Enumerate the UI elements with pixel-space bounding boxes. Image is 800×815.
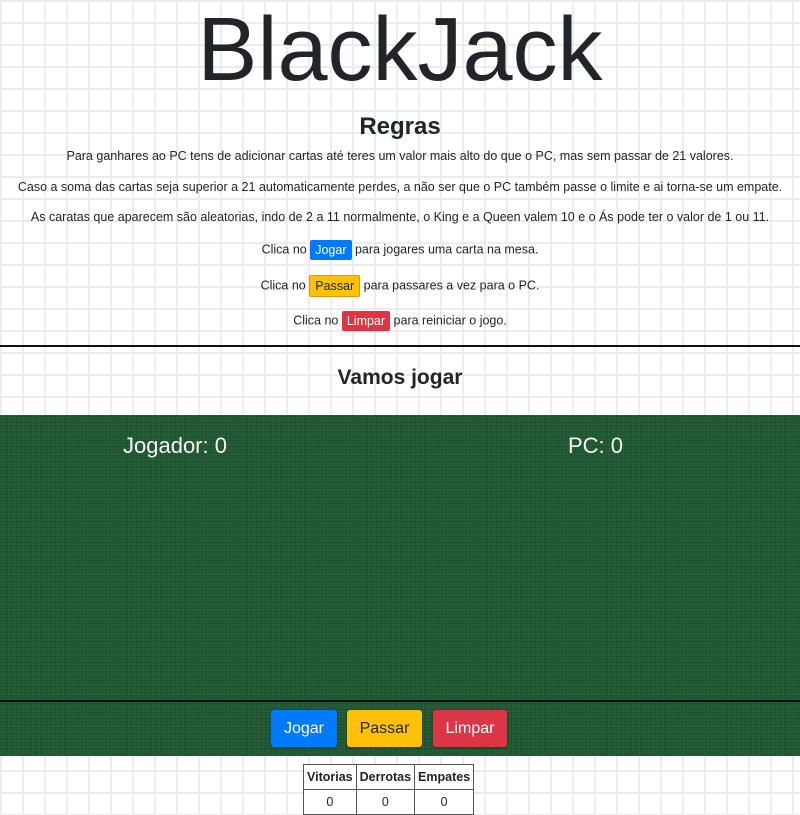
inline-play-button[interactable]: Jogar — [310, 240, 352, 260]
stats-table: Vitorias Derrotas Empates 0 0 0 — [303, 764, 475, 815]
instruction-prefix: Clica no — [261, 242, 307, 257]
inline-pass-button[interactable]: Passar — [309, 275, 361, 297]
stats-losses-value: 0 — [355, 789, 416, 815]
divider — [0, 345, 800, 347]
instruction-prefix: Clica no — [293, 313, 339, 328]
rule-pass-instruction: Clica no Passar para passares a vez para… — [0, 275, 800, 297]
game-heading: Vamos jogar — [337, 366, 463, 389]
rules-heading: Regras — [359, 113, 441, 140]
rule-play-instruction: Clica no Jogar para jogares uma carta na… — [0, 240, 800, 260]
player-score: Jogador: 0 — [123, 433, 227, 458]
stats-header-row: Vitorias Derrotas Empates — [303, 764, 475, 790]
instruction-suffix: para jogares uma carta na mesa. — [354, 242, 539, 257]
stats-header-draws: Empates — [414, 764, 475, 790]
inline-clear-button[interactable]: Limpar — [341, 311, 391, 331]
stats-header-wins: Vitorias — [303, 764, 357, 790]
rule-clear-instruction: Clica no Limpar para reiniciar o jogo. — [0, 311, 800, 331]
clear-button[interactable]: Limpar — [433, 710, 507, 747]
rule-text: Para ganhares ao PC tens de adicionar ca… — [66, 149, 734, 163]
rule-text: As caratas que aparecem são aleatorias, … — [30, 210, 770, 224]
rule-text: Caso a soma das cartas seja superior a 2… — [17, 180, 783, 194]
pc-score: PC: 0 — [568, 433, 624, 458]
game-table — [0, 415, 800, 701]
pass-button[interactable]: Passar — [347, 710, 422, 747]
stats-draws-value: 0 — [414, 789, 475, 815]
stats-values-row: 0 0 0 — [303, 789, 475, 815]
page-title: BlackJack — [197, 0, 603, 100]
play-button[interactable]: Jogar — [271, 710, 337, 747]
stats-header-losses: Derrotas — [355, 764, 416, 790]
stats-wins-value: 0 — [303, 789, 357, 815]
instruction-suffix: para reiniciar o jogo. — [393, 313, 507, 328]
instruction-prefix: Clica no — [260, 278, 306, 293]
instruction-suffix: para passares a vez para o PC. — [363, 278, 540, 293]
